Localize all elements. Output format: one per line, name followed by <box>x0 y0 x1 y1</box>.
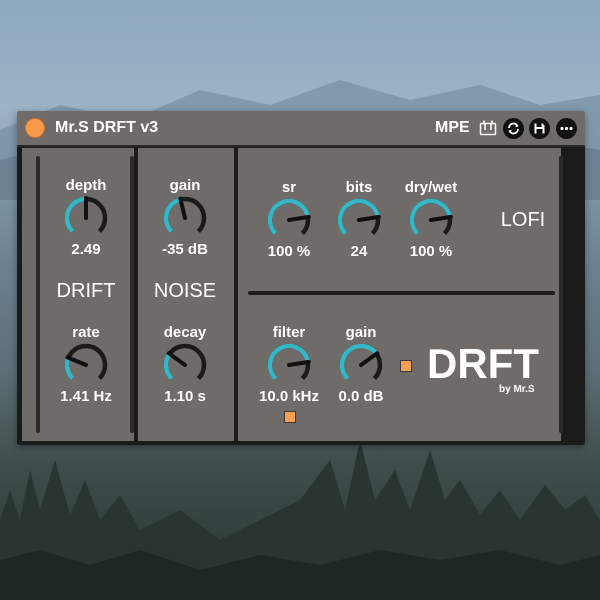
knob-graphic <box>337 198 381 236</box>
filter-gain-value: 0.0 dB <box>338 388 384 405</box>
drywet-label: dry/wet <box>404 179 458 196</box>
save-icon <box>534 123 545 134</box>
mpe-keyboard-icon[interactable] <box>479 120 497 136</box>
knob-graphic <box>163 343 207 381</box>
filter-gain-label: gain <box>345 324 377 341</box>
filter-gain-knob[interactable] <box>338 342 384 393</box>
drywet-value: 100 % <box>409 243 453 260</box>
knob-graphic <box>267 343 311 381</box>
bits-knob[interactable] <box>336 197 382 248</box>
gain-toggle[interactable] <box>400 360 412 372</box>
noise-gain-label: gain <box>169 177 201 194</box>
knob-graphic <box>409 198 453 236</box>
depth-value: 2.49 <box>71 241 101 258</box>
knob-needle <box>178 196 187 220</box>
lofi-section-label: LOFI <box>500 209 546 231</box>
logo-byline: by Mr.S <box>499 384 535 395</box>
noise-gain-knob[interactable] <box>162 195 208 246</box>
decay-value: 1.10 s <box>164 388 206 405</box>
rate-label: rate <box>72 324 100 341</box>
knob-needle <box>65 355 88 367</box>
save-button[interactable] <box>529 118 550 139</box>
sync-icon <box>508 122 519 135</box>
drywet-knob[interactable] <box>408 197 454 248</box>
knob-graphic <box>267 198 311 236</box>
noise-panel: gain -35 dB NOISE decay 1.10 s <box>138 148 234 441</box>
power-button[interactable] <box>25 118 45 138</box>
noise-gain-value: -35 dB <box>162 241 208 258</box>
section-divider <box>248 291 555 295</box>
sr-value: 100 % <box>267 243 311 260</box>
knob-graphic <box>163 196 207 234</box>
more-options-button[interactable] <box>556 118 577 139</box>
knob-value-arc <box>64 196 87 234</box>
more-icon <box>560 126 573 131</box>
knob-track <box>64 343 108 381</box>
knob-track <box>163 343 207 381</box>
decay-label: decay <box>163 324 207 341</box>
sync-button[interactable] <box>503 118 524 139</box>
filter-label: filter <box>272 324 306 341</box>
knob-needle <box>166 351 187 367</box>
knob-value-arc <box>163 352 174 381</box>
knob-value-arc <box>339 343 379 381</box>
decay-knob[interactable] <box>162 342 208 393</box>
bits-label: bits <box>345 179 373 196</box>
rate-knob[interactable] <box>63 342 109 393</box>
panel-edge <box>130 156 134 433</box>
drift-section-label: DRIFT <box>56 280 116 302</box>
filter-value: 10.0 kHz <box>258 388 320 405</box>
title-bar: Mr.S DRFT v3 MPE <box>17 111 585 147</box>
knob-graphic <box>339 343 383 381</box>
device-title: Mr.S DRFT v3 <box>55 119 159 136</box>
filter-toggle[interactable] <box>284 411 296 423</box>
plugin-device: Mr.S DRFT v3 MPE depth 2.49 DRIFT rate 1… <box>17 111 585 445</box>
knob-graphic <box>64 343 108 381</box>
bits-value: 24 <box>350 243 368 260</box>
sr-label: sr <box>281 179 297 196</box>
rate-value: 1.41 Hz <box>60 388 112 405</box>
mpe-label[interactable]: MPE <box>435 119 470 137</box>
drft-logo: DRFT <box>427 340 539 387</box>
depth-label: depth <box>65 177 107 194</box>
drift-panel: depth 2.49 DRIFT rate 1.41 Hz <box>22 148 134 441</box>
knob-needle <box>359 351 380 367</box>
panel-edge <box>36 156 40 433</box>
knob-value-arc <box>163 197 182 234</box>
panel-edge <box>559 156 563 433</box>
depth-knob[interactable] <box>63 195 109 246</box>
knob-graphic <box>64 196 108 234</box>
filter-knob[interactable] <box>266 342 312 393</box>
noise-section-label: NOISE <box>153 280 217 302</box>
sr-knob[interactable] <box>266 197 312 248</box>
